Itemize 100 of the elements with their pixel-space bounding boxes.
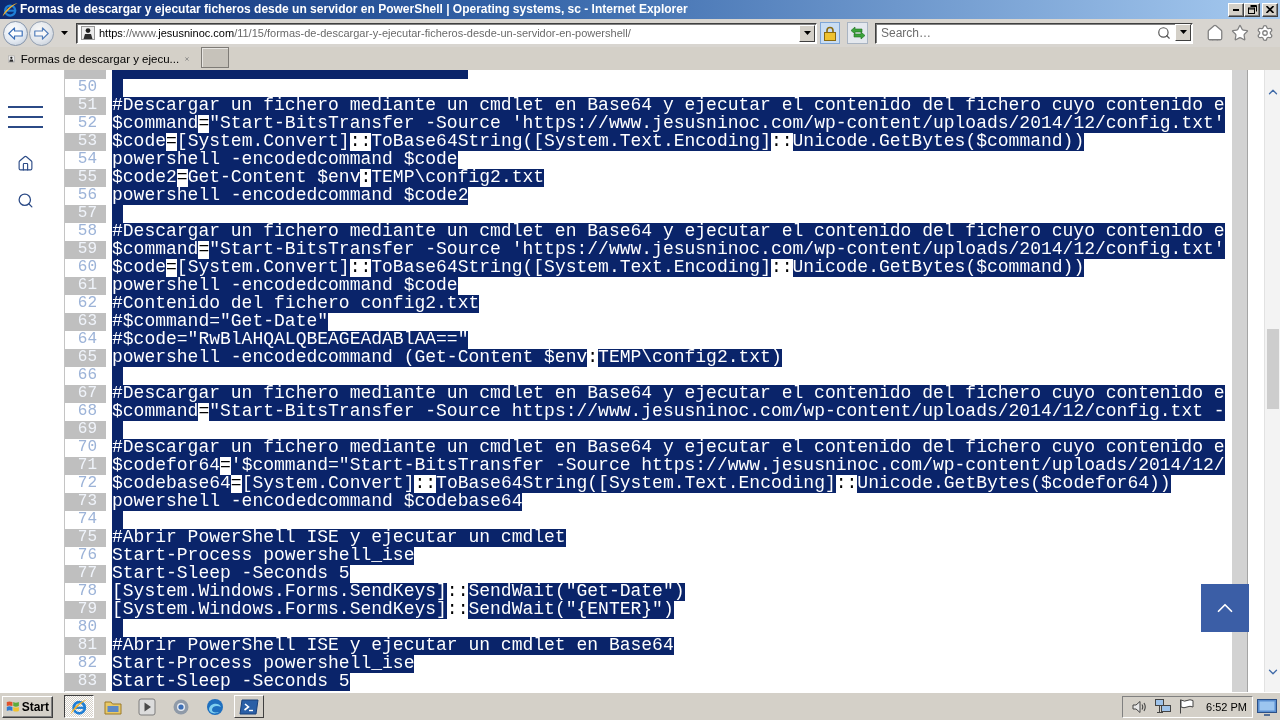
minimize-button[interactable] [1228, 2, 1244, 17]
search-icon[interactable] [17, 192, 34, 209]
home-icon[interactable] [1206, 24, 1224, 42]
line-number: 77 [65, 565, 106, 583]
scrollbar-thumb[interactable] [1266, 329, 1279, 409]
star-icon[interactable] [1231, 24, 1249, 42]
selected-code-text: [System.Windows.Forms.SendKeys] [112, 583, 447, 601]
selected-code-text: #Abrir PowerShell ISE y ejecutar un cmdlet [112, 529, 566, 547]
url-text: https://www.jesusninoc.com/11/15/formas-de-descargar-y-ejecutar-ficheros-desde-un-servidor-en-powershell/ [99, 27, 632, 39]
selected-code-text: SendWait("{ENTER}") [468, 601, 674, 619]
menu-icon[interactable] [8, 106, 43, 128]
selected-code-text: TEMP\config2.txt [371, 169, 545, 187]
site-favicon-icon [81, 26, 95, 40]
flag-icon[interactable] [1179, 699, 1194, 714]
home-icon[interactable] [17, 155, 34, 172]
selected-code-text: #Descargar un fichero mediante un cmdlet en Base64 y ejecutar el contenido del fichero cuyo contenido e [112, 97, 1225, 115]
arrow-right-icon [34, 26, 49, 40]
speaker-icon[interactable] [1132, 699, 1147, 714]
selected-code-text: $codefor64 [112, 457, 221, 475]
windows-logo-icon [6, 699, 20, 714]
settings-icon[interactable] [1256, 24, 1274, 42]
wave-logo-icon [206, 697, 224, 716]
circle-logo-icon [172, 697, 190, 716]
selected-code-text: $code [112, 133, 166, 151]
selected-code-text: [System.Convert] [176, 133, 350, 151]
selected-code-text: Start-Process powershell_ise [112, 547, 415, 565]
line-number: 75 [65, 529, 106, 547]
selected-code-text: #Descargar un fichero mediante un cmdlet en Base64 y ejecutar el contenido del fichero cuyo contenido e [112, 223, 1225, 241]
selected-code-text: [System.Convert] [176, 259, 350, 277]
terminal-icon [239, 698, 259, 715]
play-icon [138, 697, 156, 716]
selected-code-text: powershell -encodedcommand $code [112, 151, 458, 169]
line-number: 67 [65, 385, 106, 403]
arrow-left-icon [8, 26, 23, 40]
selected-code-text: "Start-BitsTransfer -Source 'https://www.jesusninoc.com/wp-content/uploads/2014/12/config.txt' [209, 115, 1225, 133]
selected-code-text: Start-Sleep -Seconds 5 [112, 673, 350, 691]
selected-code-text: powershell -encodedcommand $codebase64 [112, 493, 523, 511]
line-number: 61 [65, 277, 106, 295]
line-number: 65 [65, 349, 106, 367]
selected-code-text: $command [112, 115, 199, 133]
selected-code-text: #Descargar un fichero mediante un cmdlet en Base64 y ejecutar el contenido del fichero cuyo contenido e [112, 439, 1225, 457]
selected-code-text: Get-Content $env [187, 169, 361, 187]
line-number: 53 [65, 133, 106, 151]
selected-code-text: $command [112, 241, 199, 259]
selected-code-text: '$command="Start-BitsTransfer -Source https://www.jesusninoc.com/wp-content/uploads/2014/12/ [230, 457, 1225, 475]
selected-code-text: TEMP\config2.txt) [598, 349, 782, 367]
line-number: 71 [65, 457, 106, 475]
window-title: Formas de descargar y ejecutar ficheros desde un servidor en PowerShell | Operating systems, sc - Internet Explorer [20, 1, 689, 18]
line-number: 55 [65, 169, 106, 187]
browser-logo-icon [2, 1, 18, 18]
line-number: 81 [65, 637, 106, 655]
selected-code-text: [System.Windows.Forms.SendKeys] [112, 601, 447, 619]
clock: 6:52 PM [1206, 700, 1247, 713]
selected-code-text: ToBase64String([System.Text.Encoding] [436, 475, 836, 493]
selected-code-text: ToBase64String([System.Text.Encoding] [371, 133, 771, 151]
selected-code-text: powershell -encodedcommand (Get-Content $env [112, 349, 588, 367]
refresh-icon [849, 26, 866, 40]
selected-code-text: #Descargar un fichero mediante un cmdlet en Base64 y ejecutar el contenido del fichero cuyo contenido e [112, 385, 1225, 403]
close-button[interactable] [1262, 2, 1278, 17]
address-field[interactable]: https://www.jesusninoc.com/11/15/formas-de-descargar-y-ejecutar-ficheros-desde-un-servidor-en-powershell/ [76, 22, 817, 44]
selected-code-text: #Abrir PowerShell ISE y ejecutar un cmdlet en Base64 [112, 637, 674, 655]
selected-code-text: #$command="Get-Date" [112, 313, 329, 331]
caret-down-icon [1179, 30, 1187, 34]
start-button[interactable]: Start [2, 695, 53, 718]
security-button[interactable] [820, 22, 840, 44]
line-number: 51 [65, 97, 106, 115]
selected-code-text: Unicode.GetBytes($command)) [792, 259, 1085, 277]
selected-code-text: "Start-BitsTransfer -Source https://www.jesusninoc.com/wp-content/uploads/2014/12/config.txt - [209, 403, 1225, 421]
search-field[interactable]: Search… [875, 22, 1193, 44]
selected-code-text: $code [112, 259, 166, 277]
desktop-icon[interactable] [1257, 697, 1277, 716]
selected-code-text: #$code="RwBlAHQALQBEAGEAdABlAA==" [112, 331, 469, 349]
restore-icon [1247, 5, 1257, 14]
line-number: 57 [65, 205, 106, 223]
back-button[interactable] [3, 20, 28, 46]
line-number: 83 [65, 673, 106, 691]
close-icon [1266, 6, 1274, 13]
line-number: 63 [65, 313, 106, 331]
line-number: 69 [65, 421, 106, 439]
selected-code-text: powershell -encodedcommand $code [112, 277, 458, 295]
search-icon[interactable] [1157, 25, 1171, 40]
selected-code-text: Unicode.GetBytes($codefor64)) [857, 475, 1171, 493]
address-dropdown-button[interactable] [799, 24, 815, 42]
new-tab-button[interactable] [201, 47, 229, 68]
restore-button[interactable] [1244, 2, 1260, 17]
line-number: 79 [65, 601, 106, 619]
line-number: 73 [65, 493, 106, 511]
minimize-icon [1233, 8, 1239, 11]
caret-down-icon [803, 31, 811, 35]
taskbar-button[interactable] [64, 695, 94, 718]
padlock-icon [824, 25, 836, 41]
selected-code-text: Start-Sleep -Seconds 5 [112, 565, 350, 583]
selected-code-text: SendWait("Get-Date") [468, 583, 685, 601]
refresh-button[interactable] [847, 22, 868, 44]
selected-code-text: $command [112, 403, 199, 421]
selected-code-text: $codebase64 [112, 475, 231, 493]
network-icon[interactable] [1155, 699, 1171, 714]
selected-code-text: "Start-BitsTransfer -Source 'https://www.jesusninoc.com/wp-content/uploads/2014/12/config.txt' [209, 241, 1225, 259]
line-number: 59 [65, 241, 106, 259]
selected-code-text: powershell -encodedcommand $code2 [112, 187, 469, 205]
